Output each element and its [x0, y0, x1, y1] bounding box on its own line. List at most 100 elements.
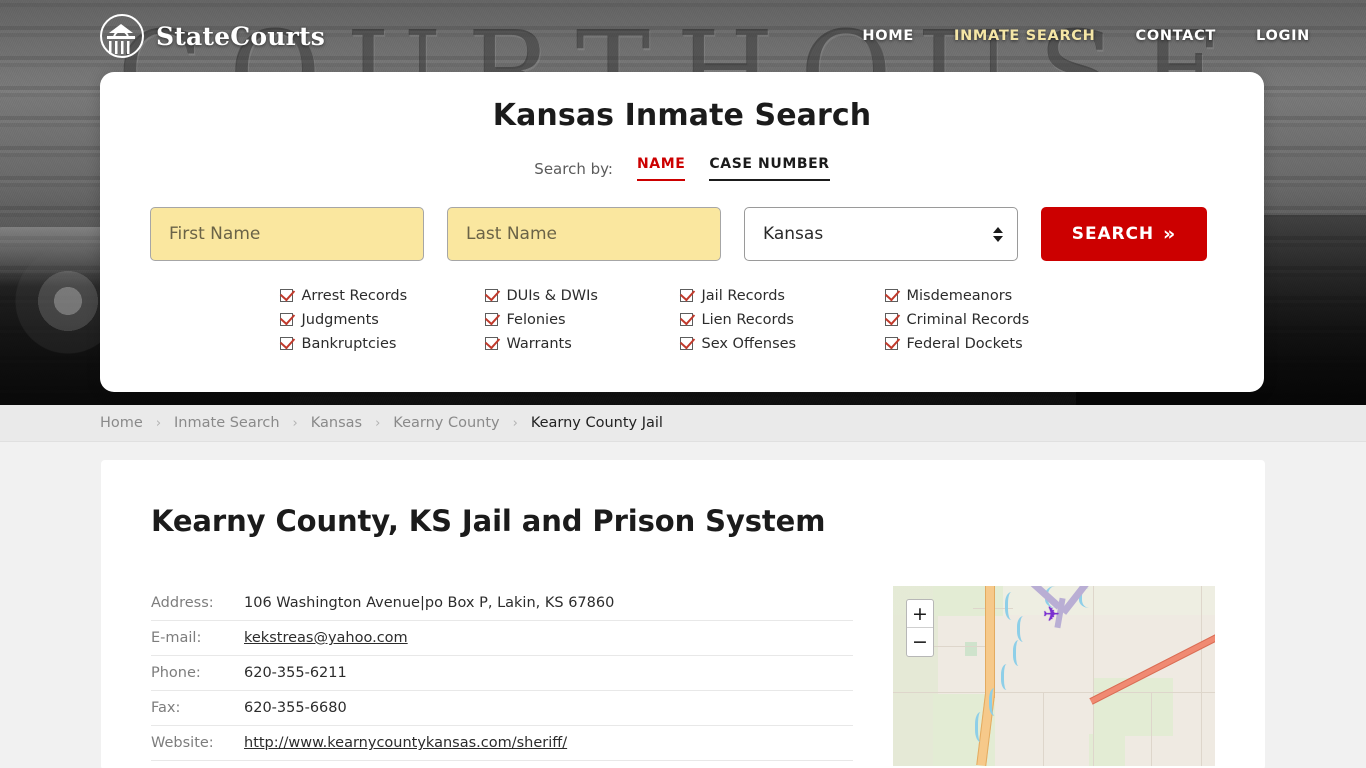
map-gridline: [1093, 586, 1094, 766]
row-value-phone: 620-355-6211: [244, 665, 347, 681]
facility-info-table: Address: 106 Washington Avenue|po Box P,…: [151, 586, 853, 766]
feature-label: Felonies: [506, 311, 566, 328]
row-value-website: http://www.kearnycountykansas.com/sherif…: [244, 735, 567, 751]
feature-item: Arrest Records: [279, 285, 485, 306]
feature-label: Bankruptcies: [301, 335, 397, 352]
checkbox-checked-icon: [679, 337, 693, 350]
courthouse-circle-icon: [100, 14, 144, 58]
feature-item: Misdemeanors: [884, 285, 1085, 306]
map-gridline: [1151, 692, 1152, 766]
search-button[interactable]: SEARCH »: [1041, 207, 1207, 261]
facility-detail-card: Kearny County, KS Jail and Prison System…: [101, 460, 1265, 768]
detail-body: Address: 106 Washington Avenue|po Box P,…: [151, 538, 1215, 766]
row-label: Address:: [151, 595, 214, 611]
last-name-input[interactable]: Last Name: [447, 207, 721, 261]
brand-logo[interactable]: StateCourts: [100, 14, 325, 58]
checkbox-checked-icon: [884, 337, 898, 350]
feature-item: Criminal Records: [884, 309, 1085, 330]
top-bar: StateCourts HOME INMATE SEARCH CONTACT L…: [0, 0, 1366, 72]
map-zoom-out-button[interactable]: −: [907, 628, 933, 656]
feature-item: Bankruptcies: [279, 333, 485, 354]
feature-label: Jail Records: [701, 287, 785, 304]
table-row: Address: 106 Washington Avenue|po Box P,…: [151, 586, 853, 621]
map-gridline: [893, 692, 1215, 693]
feature-label: Misdemeanors: [906, 287, 1013, 304]
map-river: [1017, 616, 1033, 642]
table-row: E-mail: kekstreas@yahoo.com: [151, 621, 853, 656]
search-by-label: Search by:: [534, 160, 613, 178]
feature-label: Lien Records: [701, 311, 794, 328]
map-river: [1013, 640, 1027, 666]
state-select[interactable]: Kansas: [744, 207, 1018, 261]
feature-label: Warrants: [506, 335, 572, 352]
row-label: E-mail:: [151, 630, 202, 646]
feature-label: Sex Offenses: [701, 335, 797, 352]
checkbox-checked-icon: [279, 337, 293, 350]
map-gridline: [933, 646, 985, 647]
feature-label: Arrest Records: [301, 287, 408, 304]
checkbox-checked-icon: [679, 289, 693, 302]
record-types-list: Arrest Records DUIs & DWIs Jail Records …: [100, 261, 1264, 354]
breadcrumb: Home › Inmate Search › Kansas › Kearny C…: [0, 405, 1366, 442]
breadcrumb-item-inmate-search[interactable]: Inmate Search: [174, 415, 280, 431]
search-fields-row: First Name Last Name Kansas SEARCH »: [100, 181, 1264, 261]
chevron-right-icon: ›: [155, 415, 162, 431]
breadcrumb-item-kearny-county[interactable]: Kearny County: [393, 415, 499, 431]
nav-item-contact[interactable]: CONTACT: [1135, 28, 1216, 44]
breadcrumb-item-kansas[interactable]: Kansas: [311, 415, 362, 431]
main-nav: HOME INMATE SEARCH CONTACT LOGIN: [862, 28, 1310, 44]
table-row: Phone: 620-355-6211: [151, 656, 853, 691]
website-link[interactable]: http://www.kearnycountykansas.com/sherif…: [244, 735, 567, 751]
checkbox-checked-icon: [884, 289, 898, 302]
checkbox-checked-icon: [884, 313, 898, 326]
map-road-secondary: [985, 586, 995, 698]
feature-label: DUIs & DWIs: [506, 287, 598, 304]
feature-item: Judgments: [279, 309, 485, 330]
brand-name: StateCourts: [156, 21, 325, 51]
map-river: [989, 688, 1003, 716]
chevron-updown-icon: [993, 226, 1003, 242]
search-card-title: Kansas Inmate Search: [492, 98, 872, 133]
state-select-value: Kansas: [763, 224, 824, 244]
map-river: [975, 712, 989, 742]
double-chevron-right-icon: »: [1163, 223, 1177, 245]
map-river: [1001, 664, 1015, 690]
feature-item: Warrants: [484, 333, 680, 354]
checkbox-checked-icon: [279, 289, 293, 302]
table-row: Website: http://www.kearnycountykansas.c…: [151, 726, 853, 761]
map-gridline: [1201, 586, 1202, 766]
tab-search-by-name[interactable]: NAME: [636, 156, 686, 181]
map-gridline: [1043, 692, 1044, 766]
tab-search-by-case-number[interactable]: CASE NUMBER: [709, 156, 830, 181]
checkbox-checked-icon: [679, 313, 693, 326]
hero-banner: COURTHOUSE StateCourts HOME INMATE SEARC…: [0, 0, 1366, 405]
first-name-input[interactable]: First Name: [150, 207, 424, 261]
row-value-fax: 620-355-6680: [244, 700, 347, 716]
row-label: Fax:: [151, 700, 181, 716]
page-title: Kearny County, KS Jail and Prison System: [151, 504, 826, 538]
nav-item-login[interactable]: LOGIN: [1256, 28, 1310, 44]
search-by-tabs: Search by: NAME CASE NUMBER: [100, 156, 1264, 181]
feature-label: Federal Dockets: [906, 335, 1023, 352]
location-map[interactable]: ✈ + −: [893, 586, 1215, 766]
feature-label: Judgments: [301, 311, 379, 328]
chevron-right-icon: ›: [292, 415, 298, 431]
airport-icon: ✈: [1043, 602, 1060, 626]
checkbox-checked-icon: [484, 337, 498, 350]
map-zoom-controls: + −: [906, 599, 934, 657]
page-body: Kearny County, KS Jail and Prison System…: [0, 442, 1366, 768]
checkbox-checked-icon: [484, 313, 498, 326]
inmate-search-card: Kansas Inmate Search Search by: NAME CAS…: [100, 72, 1264, 392]
email-link[interactable]: kekstreas@yahoo.com: [244, 630, 408, 646]
table-row: Fax: 620-355-6680: [151, 691, 853, 726]
row-label: Phone:: [151, 665, 201, 681]
feature-item: Sex Offenses: [679, 333, 885, 354]
feature-item: Felonies: [484, 309, 680, 330]
row-value-address: 106 Washington Avenue|po Box P, Lakin, K…: [244, 595, 615, 611]
chevron-right-icon: ›: [512, 415, 518, 431]
nav-item-home[interactable]: HOME: [862, 28, 914, 44]
search-button-label: SEARCH: [1071, 224, 1155, 244]
breadcrumb-item-home[interactable]: Home: [100, 415, 143, 431]
map-zoom-in-button[interactable]: +: [907, 600, 933, 628]
nav-item-inmate-search[interactable]: INMATE SEARCH: [954, 28, 1096, 44]
